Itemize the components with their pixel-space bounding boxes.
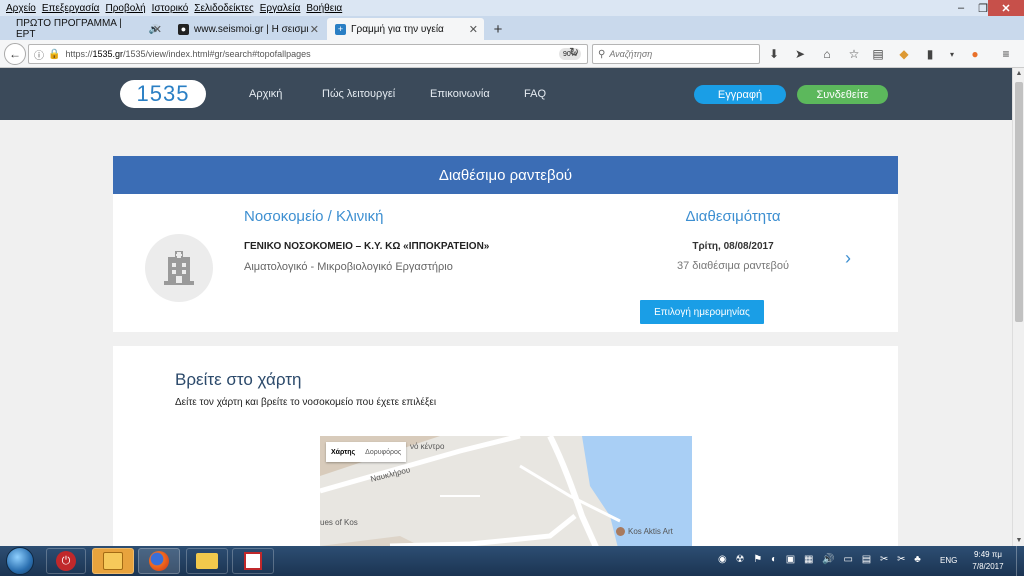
taskbar: ⏻ ◉ ☢ ⚑ ◐ ▣ ▦ 🔊 ▭ ▤ ✂ ✂ ♣ ENG 9:49 πμ 7/… bbox=[0, 546, 1024, 576]
menu-history[interactable]: Ιστορικό bbox=[152, 3, 189, 14]
scroll-down-icon[interactable]: ▼ bbox=[1013, 537, 1024, 544]
firefox-app-icon[interactable] bbox=[138, 548, 180, 574]
outlook-app-icon[interactable] bbox=[92, 548, 134, 574]
close-window-icon[interactable]: ✕ bbox=[988, 0, 1024, 16]
map-subtitle: Δείτε τον χάρτη και βρείτε το νοσοκομείο… bbox=[175, 397, 437, 408]
hospital-name: ΓΕΝΙΚΟ ΝΟΣΟΚΟΜΕΙΟ – Κ.Υ. ΚΩ «ΙΠΠΟΚΡΑΤΕΙΟ… bbox=[244, 241, 490, 252]
map-poi[interactable]: Kos Aktis Art bbox=[616, 527, 673, 536]
snipping-tool-icon[interactable] bbox=[232, 548, 274, 574]
clock[interactable]: 9:49 πμ 7/8/2017 bbox=[966, 549, 1010, 573]
choose-date-button[interactable]: Επιλογή ημερομηνίας bbox=[640, 300, 764, 324]
info-icon[interactable]: ⓘ bbox=[34, 47, 44, 62]
tab-bar: ΠΡΩΤΟ ΠΡΟΓΡΑΜΜΑ | ΕΡΤ 🔊 ✕ ● www.seismoi.… bbox=[0, 16, 1024, 40]
hamburger-menu-icon[interactable]: ≡ bbox=[998, 46, 1014, 62]
register-button[interactable]: Εγγραφή bbox=[694, 85, 786, 104]
download-icon[interactable]: ⬇ bbox=[766, 46, 782, 62]
tab-label: www.seismoi.gr | Η σεισμικ bbox=[194, 23, 309, 35]
map-type-satellite[interactable]: Δορυφόρος bbox=[360, 449, 406, 456]
bookmark-star-icon[interactable]: ☆ bbox=[846, 46, 862, 62]
page-scrollbar[interactable]: ▲ ▼ bbox=[1012, 68, 1024, 546]
file-explorer-icon[interactable] bbox=[186, 548, 228, 574]
map-title: Βρείτε στο χάρτη bbox=[175, 370, 302, 389]
tab-label: ΠΡΩΤΟ ΠΡΟΓΡΑΜΜΑ | ΕΡΤ bbox=[16, 18, 122, 40]
power-app-icon[interactable]: ⏻ bbox=[46, 548, 86, 574]
menu-help[interactable]: Βοήθεια bbox=[306, 3, 342, 14]
map[interactable]: Χάρτης Δορυφόρος νό κέντρο Ναυκλήρου ues… bbox=[320, 436, 692, 546]
menu-edit[interactable]: Επεξεργασία bbox=[42, 3, 100, 14]
nav-faq[interactable]: FAQ bbox=[524, 88, 546, 100]
show-desktop-button[interactable] bbox=[1016, 546, 1024, 576]
new-tab-icon[interactable]: + bbox=[488, 18, 508, 40]
lock-icon: 🔒 bbox=[48, 48, 61, 60]
url-domain: 1535.gr bbox=[92, 49, 123, 59]
start-button-icon[interactable] bbox=[6, 547, 34, 575]
tab-close-icon[interactable]: ✕ bbox=[469, 23, 478, 36]
tab-ert[interactable]: ΠΡΩΤΟ ΠΡΟΓΡΑΜΜΑ | ΕΡΤ 🔊 ✕ bbox=[8, 18, 168, 40]
appointment-card: Νοσοκομείο / Κλινική ΓΕΝΙΚΟ ΝΟΣΟΚΟΜΕΙΟ –… bbox=[113, 194, 898, 332]
url-prefix: https:// bbox=[65, 49, 93, 59]
tab-seismoi[interactable]: ● www.seismoi.gr | Η σεισμικ ✕ bbox=[170, 18, 325, 40]
department-name: Αιματολογικό - Μικροβιολογικό Εργαστήριο bbox=[244, 261, 453, 273]
reload-icon[interactable]: ↻ bbox=[566, 44, 582, 60]
menu-tools[interactable]: Εργαλεία bbox=[260, 3, 301, 14]
back-icon[interactable]: ← bbox=[4, 43, 26, 65]
chevron-down-icon[interactable]: ▾ bbox=[944, 46, 960, 62]
send-icon[interactable]: ➤ bbox=[792, 46, 808, 62]
nav-toolbar: ← ⓘ 🔒 https://1535.gr/1535/view/index.ht… bbox=[0, 40, 1024, 68]
search-bar[interactable]: ⚲ bbox=[592, 44, 760, 64]
map-pin-icon bbox=[616, 527, 625, 536]
scrollbar-thumb[interactable] bbox=[1015, 82, 1023, 322]
favicon-icon: + bbox=[335, 23, 346, 35]
nav-contact[interactable]: Επικοινωνία bbox=[430, 88, 490, 100]
url-path: /1535/view/index.html#gr/search#topofall… bbox=[123, 49, 311, 59]
clock-time: 9:49 πμ bbox=[974, 550, 1002, 559]
map-label: ues of Kos bbox=[320, 518, 358, 527]
map-type-toggle: Χάρτης Δορυφόρος bbox=[326, 442, 407, 462]
login-button[interactable]: Συνδεθείτε bbox=[797, 85, 888, 104]
search-icon: ⚲ bbox=[598, 48, 606, 60]
system-tray-icons[interactable]: ◉ ☢ ⚑ ◐ ▣ ▦ 🔊 ▭ ▤ ✂ ✂ ♣ bbox=[718, 554, 924, 565]
appointment-card-header: Διαθέσιμο ραντεβού bbox=[113, 156, 898, 194]
menu-file[interactable]: Αρχείο bbox=[6, 3, 36, 14]
home-icon[interactable]: ⌂ bbox=[819, 46, 835, 62]
nav-home[interactable]: Αρχική bbox=[249, 88, 282, 100]
availability-column-title: Διαθεσιμότητα bbox=[685, 208, 781, 225]
menu-bookmarks[interactable]: Σελιδοδείκτες bbox=[194, 3, 253, 14]
map-section: Βρείτε στο χάρτη Δείτε τον χάρτη και βρε… bbox=[113, 346, 898, 546]
webpage: 1535 Αρχική Πώς λειτουργεί Επικοινωνία F… bbox=[0, 68, 1012, 546]
map-poi-label: Kos Aktis Art bbox=[628, 527, 673, 536]
library-icon[interactable]: ▤ bbox=[870, 46, 886, 62]
tab-close-icon[interactable]: ✕ bbox=[153, 23, 162, 36]
scroll-up-icon[interactable]: ▲ bbox=[1013, 70, 1024, 77]
url-text[interactable]: https://1535.gr/1535/view/index.html#gr/… bbox=[65, 49, 310, 59]
map-label: νό κέντρο bbox=[410, 442, 445, 451]
menu-bar: Αρχείο Επεξεργασία Προβολή Ιστορικό Σελι… bbox=[0, 0, 1024, 16]
addon-icon[interactable]: ● bbox=[967, 46, 983, 62]
favicon-icon: ● bbox=[178, 23, 189, 35]
chevron-right-icon[interactable]: › bbox=[845, 248, 851, 269]
extension-icon[interactable]: ◆ bbox=[896, 46, 912, 62]
menu-view[interactable]: Προβολή bbox=[105, 3, 145, 14]
url-bar[interactable]: ⓘ 🔒 https://1535.gr/1535/view/index.html… bbox=[28, 44, 588, 64]
site-logo[interactable]: 1535 bbox=[120, 80, 206, 108]
map-type-map[interactable]: Χάρτης bbox=[326, 449, 360, 456]
site-header: 1535 Αρχική Πώς λειτουργεί Επικοινωνία F… bbox=[0, 68, 1012, 120]
availability-date: Τρίτη, 08/08/2017 bbox=[692, 241, 774, 252]
availability-count: 37 διαθέσιμα ραντεβού bbox=[676, 260, 790, 272]
nav-how-it-works[interactable]: Πώς λειτουργεί bbox=[322, 88, 395, 100]
minimize-icon[interactable]: – bbox=[950, 0, 972, 16]
search-input[interactable] bbox=[609, 49, 750, 59]
clock-date: 7/8/2017 bbox=[972, 562, 1004, 571]
clipboard-icon[interactable]: ▮ bbox=[922, 46, 938, 62]
tab-label: Γραμμή για την υγεία bbox=[351, 23, 444, 35]
tab-health-line[interactable]: + Γραμμή για την υγεία ✕ bbox=[327, 18, 484, 40]
hospital-column-title: Νοσοκομείο / Κλινική bbox=[244, 208, 384, 225]
tab-close-icon[interactable]: ✕ bbox=[310, 23, 319, 36]
language-indicator[interactable]: ENG bbox=[940, 556, 957, 565]
hospital-icon bbox=[145, 234, 213, 302]
